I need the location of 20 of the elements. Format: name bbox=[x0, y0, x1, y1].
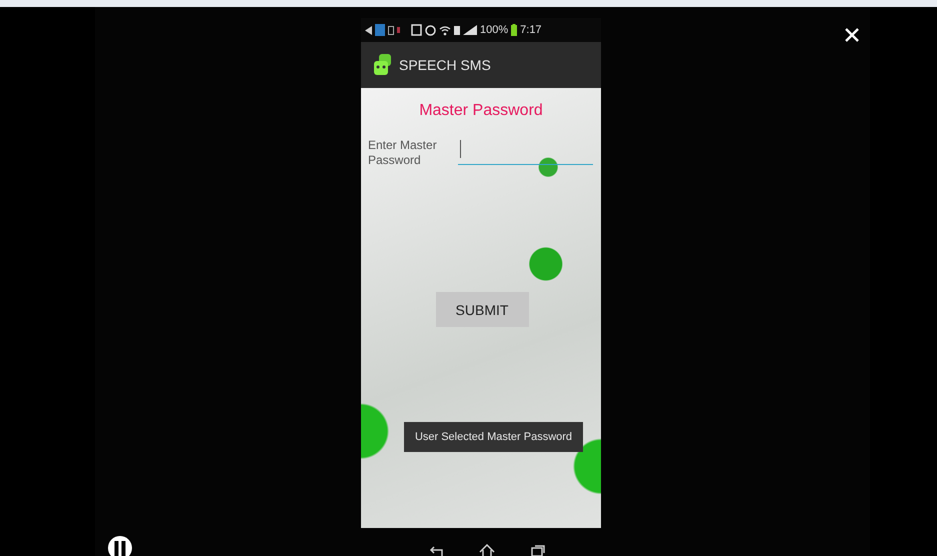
clock-time: 7:17 bbox=[520, 24, 542, 36]
submit-button[interactable]: SUBMIT bbox=[436, 292, 528, 327]
screen-heading: Master Password bbox=[419, 102, 543, 120]
password-input-field[interactable] bbox=[458, 138, 593, 165]
app-notification-icon bbox=[375, 24, 385, 36]
battery-percent: 100% bbox=[480, 24, 508, 36]
app-logo-icon bbox=[373, 54, 393, 76]
pause-icon[interactable] bbox=[107, 535, 133, 556]
close-icon[interactable] bbox=[845, 28, 859, 42]
recent-apps-icon[interactable] bbox=[530, 544, 546, 556]
home-icon[interactable] bbox=[479, 544, 495, 556]
field-label: Enter Master Password bbox=[368, 138, 438, 168]
toast-message: User Selected Master Password bbox=[404, 422, 584, 452]
small-notification-icon bbox=[397, 27, 400, 33]
app-title: SPEECH SMS bbox=[399, 57, 491, 73]
arrow-notification-icon bbox=[365, 26, 372, 34]
battery-icon bbox=[511, 24, 518, 36]
signal-icon bbox=[463, 25, 477, 35]
wifi-icon bbox=[439, 24, 451, 36]
back-icon[interactable] bbox=[428, 544, 444, 556]
